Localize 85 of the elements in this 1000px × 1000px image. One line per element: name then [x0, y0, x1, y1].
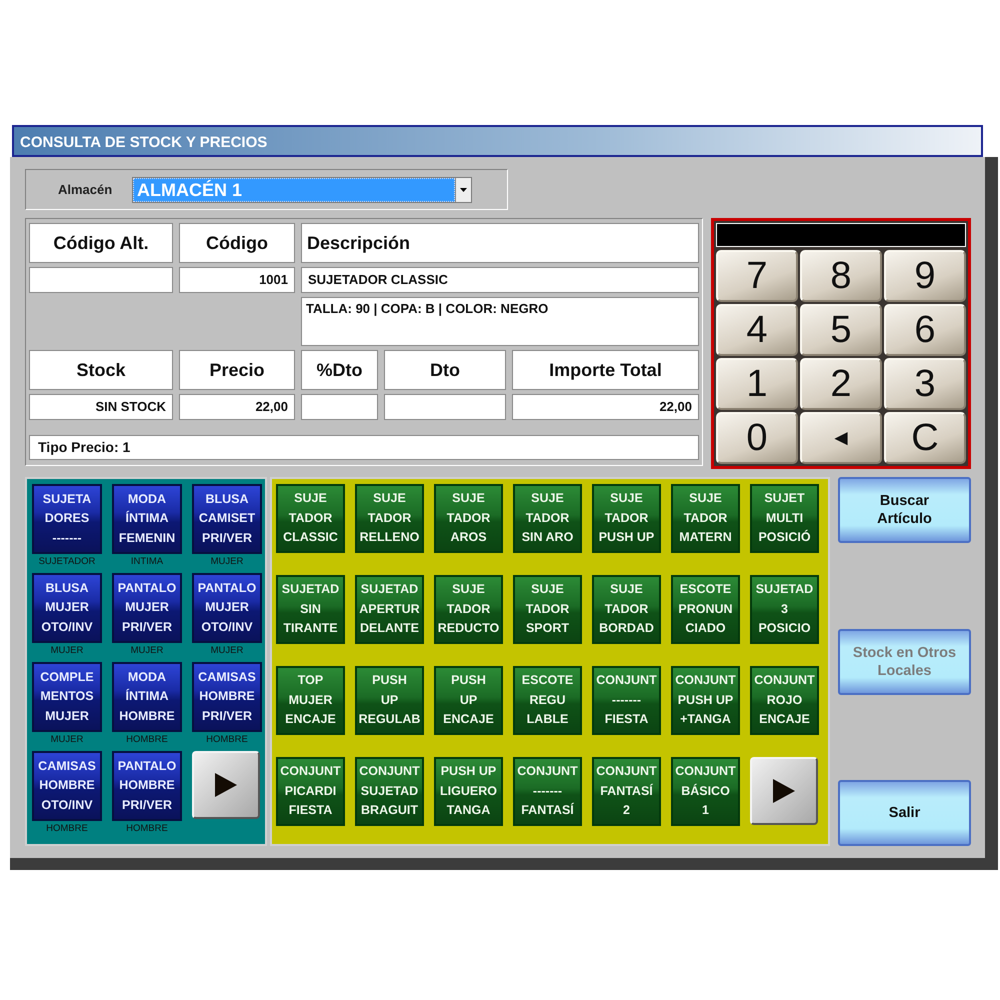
- product-tile[interactable]: CONJUNT ROJO ENCAJE: [750, 666, 819, 735]
- category-caption: MUJER: [50, 733, 84, 746]
- field-header: Código Alt.: [29, 223, 173, 263]
- product-tile[interactable]: CONJUNT SUJETAD BRAGUIT: [355, 757, 424, 826]
- category-tile[interactable]: BLUSA CAMISET PRI/VER: [192, 484, 262, 554]
- field-value: SUJETADOR CLASSIC: [301, 267, 699, 293]
- field-header: Importe Total: [512, 350, 699, 390]
- keypad-key[interactable]: 1: [716, 358, 798, 410]
- product-tile[interactable]: CONJUNT FANTASÍ 2: [592, 757, 661, 826]
- keypad-key[interactable]: ◄: [800, 412, 882, 464]
- category-tile[interactable]: MODA ÍNTIMA HOMBRE: [112, 662, 182, 732]
- keypad-key[interactable]: 4: [716, 304, 798, 356]
- product-tile[interactable]: CONJUNT PICARDI FIESTA: [276, 757, 345, 826]
- product-tile[interactable]: SUJE TADOR SIN ARO: [513, 484, 582, 553]
- keypad-key[interactable]: 3: [884, 358, 966, 410]
- keypad-key[interactable]: 7: [716, 250, 798, 302]
- warehouse-label: Almacén: [58, 180, 114, 199]
- category-tile[interactable]: MODA ÍNTIMA FEMENIN: [112, 484, 182, 554]
- dropdown-caret-icon: [460, 188, 467, 192]
- product-tile[interactable]: SUJE TADOR CLASSIC: [276, 484, 345, 553]
- category-caption: HOMBRE: [45, 822, 89, 835]
- category-caption: HOMBRE: [125, 822, 169, 835]
- product-tile[interactable]: CONJUNT ------- FANTASÍ: [513, 757, 582, 826]
- product-tile[interactable]: CONJUNT PUSH UP +TANGA: [671, 666, 740, 735]
- product-tile[interactable]: SUJE TADOR REDUCTO: [434, 575, 503, 644]
- product-tile[interactable]: CONJUNT ------- FIESTA: [592, 666, 661, 735]
- field-value: SIN STOCK: [29, 394, 173, 420]
- category-tile[interactable]: PANTALO MUJER PRI/VER: [112, 573, 182, 643]
- category-tile[interactable]: BLUSA MUJER OTO/INV: [32, 573, 102, 643]
- category-caption: MUJER: [130, 644, 164, 657]
- next-page-button[interactable]: [192, 751, 260, 819]
- field-header: Precio: [179, 350, 295, 390]
- keypad-key[interactable]: 2: [800, 358, 882, 410]
- category-tile[interactable]: SUJETA DORES -------: [32, 484, 102, 554]
- play-triangle-icon: [773, 779, 795, 803]
- keypad-key[interactable]: 8: [800, 250, 882, 302]
- next-page-button[interactable]: [750, 757, 818, 825]
- product-tile[interactable]: PUSH UP REGULAB: [355, 666, 424, 735]
- keypad-key[interactable]: 0: [716, 412, 798, 464]
- product-tile[interactable]: ESCOTE REGU LABLE: [513, 666, 582, 735]
- field-header: %Dto: [301, 350, 378, 390]
- price-type-label: Tipo Precio: 1: [29, 435, 699, 460]
- field-header: Stock: [29, 350, 173, 390]
- category-caption: MUJER: [50, 644, 84, 657]
- product-tile[interactable]: SUJE TADOR BORDAD: [592, 575, 661, 644]
- field-header: Código: [179, 223, 295, 263]
- keypad-key[interactable]: 9: [884, 250, 966, 302]
- product-tile[interactable]: PUSH UP ENCAJE: [434, 666, 503, 735]
- product-tile[interactable]: SUJE TADOR PUSH UP: [592, 484, 661, 553]
- product-tile[interactable]: SUJET MULTI POSICIÓ: [750, 484, 819, 553]
- action-button[interactable]: Salir: [838, 780, 971, 846]
- category-tile[interactable]: COMPLE MENTOS MUJER: [32, 662, 102, 732]
- action-button[interactable]: Buscar Artículo: [838, 477, 971, 543]
- category-caption: INTIMA: [130, 555, 164, 568]
- category-caption: HOMBRE: [205, 733, 249, 746]
- category-caption: MUJER: [210, 555, 244, 568]
- category-caption: MUJER: [210, 644, 244, 657]
- field-value: 1001: [179, 267, 295, 293]
- keypad-key[interactable]: 5: [800, 304, 882, 356]
- window-title: CONSULTA DE STOCK Y PRECIOS: [12, 125, 983, 157]
- product-tile[interactable]: CONJUNT BÁSICO 1: [671, 757, 740, 826]
- product-tile[interactable]: SUJE TADOR RELLENO: [355, 484, 424, 553]
- product-tile[interactable]: SUJETAD SIN TIRANTE: [276, 575, 345, 644]
- category-caption: SUJETADOR: [38, 555, 96, 568]
- product-tile[interactable]: ESCOTE PRONUN CIADO: [671, 575, 740, 644]
- product-tile[interactable]: TOP MUJER ENCAJE: [276, 666, 345, 735]
- category-tile[interactable]: CAMISAS HOMBRE OTO/INV: [32, 751, 102, 821]
- category-tile[interactable]: PANTALO MUJER OTO/INV: [192, 573, 262, 643]
- category-tile[interactable]: PANTALO HOMBRE PRI/VER: [112, 751, 182, 821]
- keypad-key[interactable]: C: [884, 412, 966, 464]
- field-value: 22,00: [179, 394, 295, 420]
- play-triangle-icon: [215, 773, 237, 797]
- product-tile[interactable]: SUJETAD APERTUR DELANTE: [355, 575, 424, 644]
- product-tile[interactable]: SUJE TADOR MATERN: [671, 484, 740, 553]
- field-header: Dto: [384, 350, 506, 390]
- field-value: 22,00: [512, 394, 699, 420]
- field-header: Descripción: [301, 223, 699, 263]
- product-tile[interactable]: SUJE TADOR AROS: [434, 484, 503, 553]
- description-detail: TALLA: 90 | COPA: B | COLOR: NEGRO: [301, 297, 699, 346]
- product-tile[interactable]: SUJE TADOR SPORT: [513, 575, 582, 644]
- keypad-key[interactable]: 6: [884, 304, 966, 356]
- product-tile[interactable]: PUSH UP LIGUERO TANGA: [434, 757, 503, 826]
- product-tile[interactable]: SUJETAD 3 POSICIO: [750, 575, 819, 644]
- category-caption: HOMBRE: [125, 733, 169, 746]
- category-tile[interactable]: CAMISAS HOMBRE PRI/VER: [192, 662, 262, 732]
